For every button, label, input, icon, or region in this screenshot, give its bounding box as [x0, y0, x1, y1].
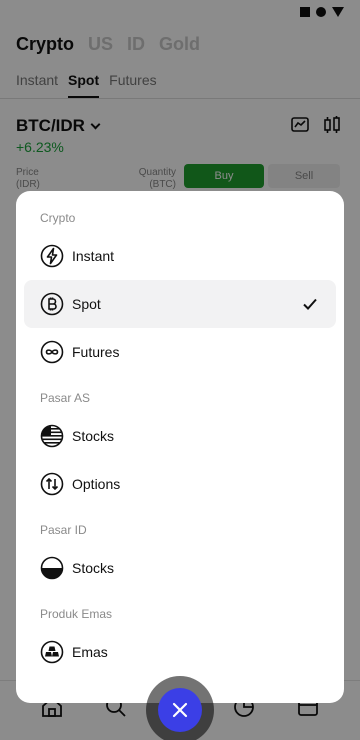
option-label: Futures	[72, 344, 120, 360]
section-label-produk-emas: Produk Emas	[40, 607, 113, 621]
option-label: Stocks	[72, 560, 115, 576]
option-label: Options	[72, 476, 121, 492]
option-spot[interactable]: Spot	[24, 280, 336, 328]
section-label-crypto: Crypto	[40, 211, 76, 225]
option-emas[interactable]: Emas	[24, 628, 336, 676]
option-id-stocks[interactable]: Stocks	[24, 544, 336, 592]
option-label: Stocks	[72, 428, 115, 444]
id-flag-icon	[40, 556, 64, 580]
product-picker-sheet: Crypto Instant Spot Futures Pasar AS Sto…	[16, 191, 344, 703]
section-label-pasar-as: Pasar AS	[40, 391, 91, 405]
us-flag-icon	[40, 424, 64, 448]
close-button[interactable]	[158, 688, 202, 732]
bitcoin-icon	[40, 292, 64, 316]
infinity-icon	[40, 340, 64, 364]
gold-bars-icon	[40, 640, 64, 664]
close-icon	[172, 702, 188, 718]
option-label: Instant	[72, 248, 115, 264]
section-label-pasar-id: Pasar ID	[40, 523, 87, 537]
lightning-icon	[40, 244, 64, 268]
option-options[interactable]: Options	[24, 460, 336, 508]
arrows-updown-icon	[40, 472, 64, 496]
option-label: Emas	[72, 644, 108, 660]
option-instant[interactable]: Instant	[24, 232, 336, 280]
option-label: Spot	[72, 296, 101, 312]
option-futures[interactable]: Futures	[24, 328, 336, 376]
option-us-stocks[interactable]: Stocks	[24, 412, 336, 460]
checkmark-icon	[303, 298, 317, 310]
